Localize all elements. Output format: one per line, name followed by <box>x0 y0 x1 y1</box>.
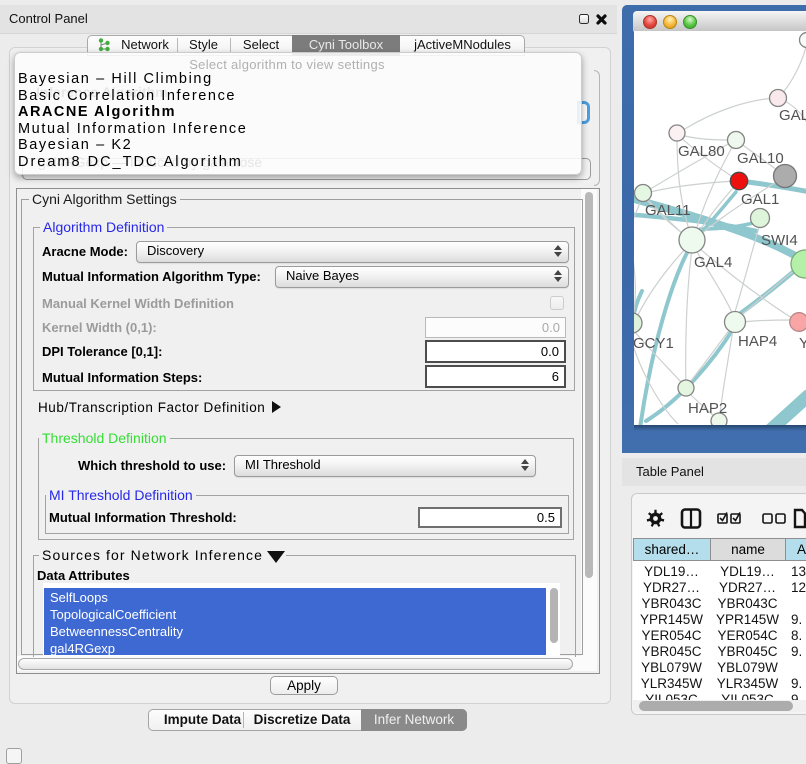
svg-text:HAP4: HAP4 <box>738 333 777 350</box>
svg-text:Y: Y <box>799 335 806 352</box>
svg-text:GAL10: GAL10 <box>737 150 784 167</box>
svg-text:GAL80: GAL80 <box>678 143 725 160</box>
svg-text:SWI4: SWI4 <box>761 232 798 249</box>
svg-text:GAL4: GAL4 <box>694 254 732 271</box>
svg-text:GAL1: GAL1 <box>741 191 779 208</box>
svg-text:HAP2: HAP2 <box>688 400 727 417</box>
svg-text:GAL: GAL <box>779 107 806 124</box>
svg-text:GCY1: GCY1 <box>634 335 674 352</box>
svg-text:GAL11: GAL11 <box>645 202 691 219</box>
